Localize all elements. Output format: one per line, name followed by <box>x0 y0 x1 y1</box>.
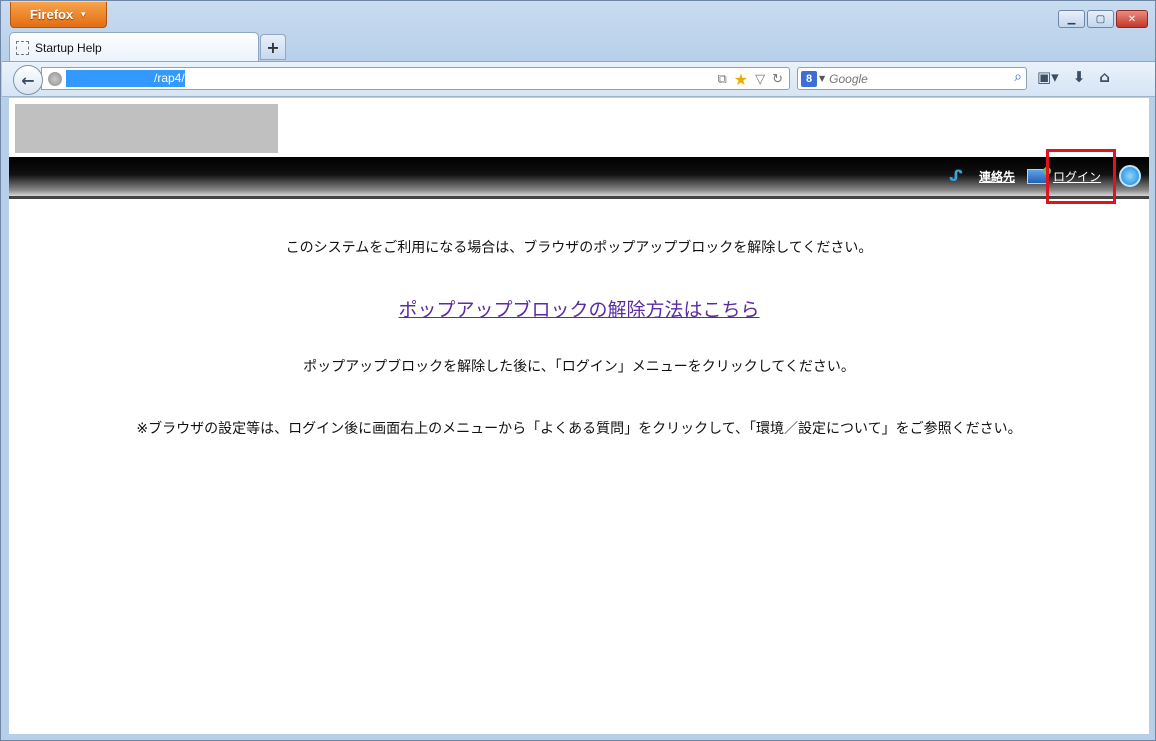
close-window-button[interactable]: ✕ <box>1116 10 1148 28</box>
search-bar[interactable]: 8 ▼ Google ⌕ <box>797 67 1027 90</box>
firefox-menu-label: Firefox <box>29 7 74 22</box>
home-icon[interactable]: ⌂ <box>1099 68 1110 86</box>
reload-icon[interactable]: ↻ <box>772 72 783 87</box>
maximize-button[interactable]: ▢ <box>1087 10 1114 28</box>
chevron-down-icon[interactable]: ▼ <box>819 74 825 83</box>
popup-message: このシステムをご利用になる場合は、ブラウザのポップアップブロックを解除してくださ… <box>285 240 873 256</box>
popup-help-link-wrapper: ポップアップブロックの解除方法はこちら <box>9 295 1149 322</box>
login-instruction: ポップアップブロックを解除した後に、「ログイン」メニューをクリックしてください。 <box>303 359 855 375</box>
page-content: ᔑ 連絡先 ログイン このシステムをご利用になる場合は、ブラウザのポップアップブ… <box>9 98 1149 734</box>
firefox-menu-button[interactable]: Firefox ▼ <box>10 2 107 28</box>
bookmarks-menu-icon[interactable]: ▣▾ <box>1037 68 1059 86</box>
url-bar-icons: ⧉ ★ ▽ ↻ <box>717 70 783 89</box>
globe-icon <box>48 71 62 86</box>
plus-icon: + <box>266 37 280 57</box>
chevron-down-icon: ▼ <box>79 10 88 19</box>
minimize-button[interactable]: ▁ <box>1058 10 1085 28</box>
google-icon[interactable]: 8 <box>801 70 817 87</box>
login-highlight-box <box>1046 149 1116 204</box>
toolbar-icons: ▣▾ ⬇ ⌂ <box>1037 68 1110 86</box>
tab-startup-help[interactable]: Startup Help <box>9 32 259 62</box>
identity-icon[interactable]: ⧉ <box>717 72 726 87</box>
page-icon <box>16 40 29 55</box>
new-tab-button[interactable]: + <box>260 34 286 60</box>
logo-placeholder <box>15 104 278 153</box>
popup-help-link[interactable]: ポップアップブロックの解除方法はこちら <box>398 299 759 321</box>
tab-title: Startup Help <box>35 40 102 55</box>
browser-window: Firefox ▼ ▁ ▢ ✕ Startup Help + /rap4/ ⧉ … <box>0 0 1156 741</box>
settings-note: ※ブラウザの設定等は、ログイン後に画面右上のメニューから「よくある質問」をクリッ… <box>136 421 1022 437</box>
help-icon[interactable] <box>1119 165 1141 187</box>
window-controls: ▁ ▢ ✕ <box>1058 10 1148 28</box>
bookmark-star-icon[interactable]: ★ <box>734 70 748 89</box>
url-bar[interactable]: /rap4/ ⧉ ★ ▽ ↻ <box>41 67 790 90</box>
contact-icon: ᔑ <box>948 167 963 185</box>
history-dropdown-icon[interactable]: ▽ <box>755 72 765 87</box>
search-icon[interactable]: ⌕ <box>1014 69 1022 85</box>
monitor-icon <box>1026 166 1051 184</box>
back-arrow-icon: ← <box>21 70 35 90</box>
search-placeholder[interactable]: Google <box>829 72 868 86</box>
site-menu-bar: ᔑ 連絡先 ログイン <box>9 157 1149 199</box>
back-button[interactable]: ← <box>13 65 43 95</box>
url-text[interactable]: /rap4/ <box>66 70 185 87</box>
downloads-icon[interactable]: ⬇ <box>1073 68 1086 86</box>
contact-link[interactable]: 連絡先 <box>979 168 1015 185</box>
